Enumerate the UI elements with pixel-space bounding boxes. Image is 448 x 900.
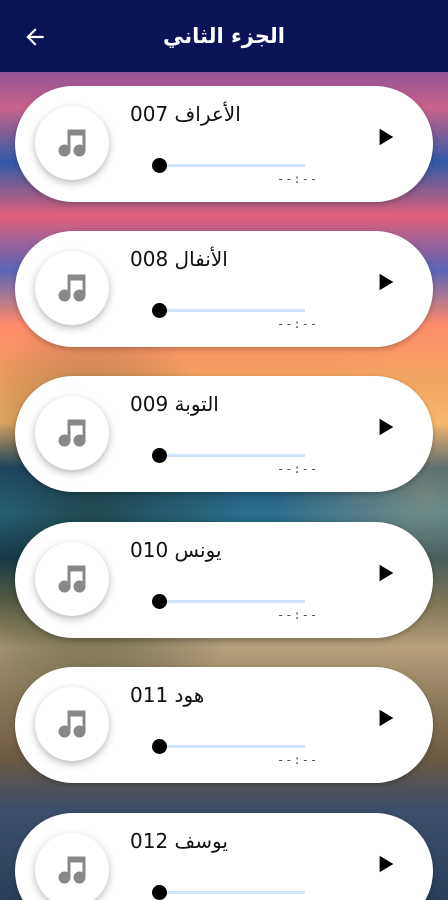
play-button[interactable] [373, 851, 399, 877]
music-note-icon [58, 565, 86, 593]
music-note-icon [58, 710, 86, 738]
track-card[interactable]: الأعراف 007 --:-- [15, 86, 433, 202]
track-icon-button[interactable] [35, 542, 109, 616]
progress-thumb[interactable] [152, 158, 167, 173]
track-time: --:-- [277, 753, 319, 767]
track-title: هود 011 [130, 683, 205, 707]
progress-track[interactable] [160, 164, 305, 167]
track-card[interactable]: هود 011 --:-- [15, 667, 433, 783]
play-button[interactable] [373, 560, 399, 586]
track-icon-button[interactable] [35, 833, 109, 900]
back-button[interactable] [18, 20, 52, 54]
music-note-icon [58, 129, 86, 157]
play-icon [379, 128, 394, 146]
track-time: --:-- [277, 172, 319, 186]
progress-track[interactable] [160, 745, 305, 748]
track-title: التوبة 009 [130, 392, 219, 416]
play-button[interactable] [373, 414, 399, 440]
track-icon-button[interactable] [35, 251, 109, 325]
app-bar: الجزء الثاني [0, 0, 448, 72]
play-icon [379, 273, 394, 291]
play-icon [379, 709, 394, 727]
track-title: يوسف 012 [130, 829, 228, 853]
track-time: --:-- [277, 317, 319, 331]
track-card[interactable]: يونس 010 --:-- [15, 522, 433, 638]
track-card[interactable]: يوسف 012 --:-- [15, 813, 433, 900]
track-card[interactable]: الأنفال 008 --:-- [15, 231, 433, 347]
play-button[interactable] [373, 705, 399, 731]
progress-thumb[interactable] [152, 594, 167, 609]
arrow-left-icon [26, 28, 44, 46]
progress-thumb[interactable] [152, 739, 167, 754]
music-note-icon [58, 274, 86, 302]
play-button[interactable] [373, 269, 399, 295]
track-time: --:-- [277, 462, 319, 476]
play-button[interactable] [373, 124, 399, 150]
progress-thumb[interactable] [152, 303, 167, 318]
progress-thumb[interactable] [152, 885, 167, 900]
track-icon-button[interactable] [35, 106, 109, 180]
play-icon [379, 855, 394, 873]
track-title: الأعراف 007 [130, 102, 241, 126]
progress-track[interactable] [160, 454, 305, 457]
progress-track[interactable] [160, 600, 305, 603]
page-title: الجزء الثاني [162, 24, 285, 48]
play-icon [379, 564, 394, 582]
music-note-icon [58, 419, 86, 447]
track-icon-button[interactable] [35, 396, 109, 470]
track-time: --:-- [277, 608, 319, 622]
play-icon [379, 418, 394, 436]
progress-thumb[interactable] [152, 448, 167, 463]
progress-track[interactable] [160, 309, 305, 312]
track-card[interactable]: التوبة 009 --:-- [15, 376, 433, 492]
track-icon-button[interactable] [35, 687, 109, 761]
music-note-icon [58, 856, 86, 884]
track-title: يونس 010 [130, 538, 222, 562]
track-title: الأنفال 008 [130, 247, 228, 271]
progress-track[interactable] [160, 891, 305, 894]
